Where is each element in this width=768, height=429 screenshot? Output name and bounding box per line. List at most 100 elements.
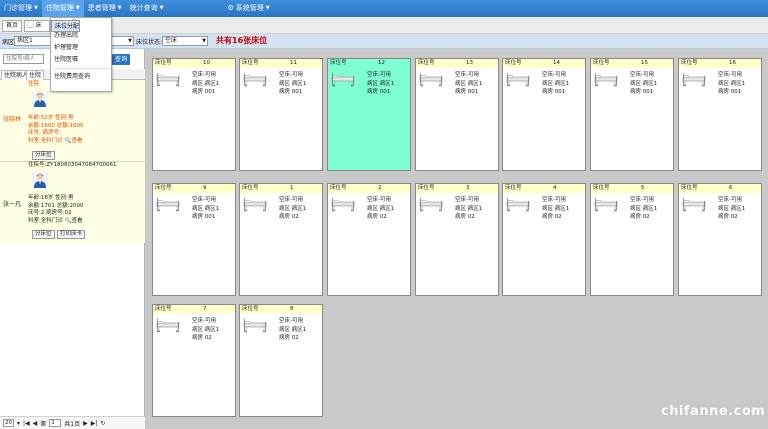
- first-page-icon[interactable]: |◀: [23, 420, 30, 427]
- bed-status-select[interactable]: 空床 ▼: [162, 36, 208, 46]
- bed-status: 空床-可用: [192, 72, 216, 78]
- chevron-down-icon: ▼: [202, 38, 206, 44]
- bed-number: 8: [290, 306, 294, 312]
- menu-inpatient[interactable]: 住院管理 ▼: [41, 0, 84, 17]
- patient-details: 年龄:18岁 性别:男 余额:1701 总额:2000 床号:2 病房号:02 …: [28, 195, 83, 225]
- bed-icon: [419, 73, 443, 87]
- next-page-icon[interactable]: ▶: [83, 420, 88, 427]
- ward-select-value: 病区1: [17, 37, 33, 44]
- bed-number: 10: [203, 60, 210, 66]
- pagination: 20 ▾ |◀ ◀ 第 1 共1页 ▶ ▶| ↻: [0, 416, 145, 429]
- search-button[interactable]: 查询: [112, 54, 130, 65]
- bed-no-label: 床位号: [155, 306, 172, 312]
- bed-card[interactable]: 床位号 2 空床-可用 病区 病区1 病房 02: [327, 183, 411, 296]
- bed-icon: [243, 73, 267, 87]
- bed-ward: 病区 病区1: [455, 80, 483, 87]
- menu-item-fee-query[interactable]: 住院费用查询: [51, 71, 111, 83]
- bed-card[interactable]: 床位号 9 空床-可用 病区 病区1 病房 001: [152, 183, 236, 296]
- chevron-down-icon: ▼: [159, 5, 164, 11]
- bed-room: 病房 02: [542, 214, 562, 220]
- print-bed-card-button[interactable]: 打印床卡: [57, 230, 86, 239]
- menu-item-nursing[interactable]: 护理管理: [51, 42, 111, 54]
- page-size-select[interactable]: 20: [3, 419, 14, 427]
- bed-status: 空床-可用: [718, 197, 742, 203]
- bed-card[interactable]: 床位号 11 空床-可用 病区 病区1 病房 001: [239, 58, 323, 171]
- bed-info: 空床-可用病区 病区1 病房 001: [718, 71, 745, 97]
- bed-card[interactable]: 床位号 3 空床-可用 病区 病区1 病房 02: [415, 183, 499, 296]
- refresh-icon[interactable]: ↻: [100, 420, 105, 427]
- tab-label: 床: [35, 22, 42, 29]
- bed-ward: 病区 病区1: [718, 80, 746, 87]
- menu-divider: [53, 68, 109, 69]
- bed-no-label: 床位号: [505, 185, 522, 191]
- bed-room: 病房 001: [192, 214, 216, 220]
- filter-bar: 病区: 病区1 ▼ ▼ 床位状态: 空床 ▼ 共有16张床位: [0, 34, 768, 49]
- patient-name[interactable]: 张晓林: [3, 114, 21, 123]
- patient-details: 年龄:52岁 性别:男 余额:1600 总额:1600 床号: 病房号: 科室:…: [28, 115, 83, 145]
- menu-statistics[interactable]: 统计查询 ▼: [126, 0, 168, 17]
- bed-card[interactable]: 床位号 6 空床-可用 病区 病区1 病房 02: [678, 183, 762, 296]
- avatar-icon: [32, 91, 48, 107]
- assign-bed-button[interactable]: 分床位: [32, 151, 55, 160]
- view-link[interactable]: 查看: [71, 138, 82, 144]
- bed-grid: 床位号 10 空床-可用 病区 病区1 病房 001 床位号 11 空床-可用 病区 病区1 病房…: [145, 49, 768, 429]
- bed-card-header: 床位号 2: [328, 184, 410, 193]
- bed-status: 空床-可用: [279, 197, 303, 203]
- menu-label: 住院管理: [45, 4, 74, 12]
- menu-item-orders[interactable]: 住院医嘱: [51, 54, 111, 66]
- bed-room: 病房 02: [630, 214, 650, 220]
- bed-no-label: 床位号: [330, 60, 347, 66]
- bed-status: 空床-可用: [718, 72, 742, 78]
- tab-home[interactable]: 首页: [2, 20, 23, 32]
- bed-status: 空床-可用: [455, 72, 479, 78]
- view-link[interactable]: 查看: [71, 218, 82, 224]
- bed-card[interactable]: 床位号 8 空床-可用 病区 病区1 病房 02: [239, 304, 323, 417]
- bed-number: 11: [290, 60, 297, 66]
- bed-card[interactable]: 床位号 12 空床-可用 病区 病区1 病房 001: [327, 58, 411, 171]
- bed-info: 空床-可用 病区 病区1 病房 001: [455, 71, 482, 97]
- bed-number: 5: [641, 185, 645, 191]
- chevron-down-icon: ▼: [265, 5, 270, 11]
- bed-icon: [243, 198, 267, 212]
- page-number-input[interactable]: 1: [49, 419, 62, 427]
- patient-dept: 科室:全科门诊: [28, 217, 63, 224]
- tab-inpatient-2[interactable]: 住院: [26, 70, 45, 80]
- menu-clinic[interactable]: 门诊管理 ▼: [0, 0, 42, 17]
- bed-status-label: 床位状态:: [136, 39, 163, 46]
- bed-card[interactable]: 床位号 13 空床-可用 病区 病区1 病房 001: [415, 58, 499, 171]
- bed-icon: [682, 198, 706, 212]
- bed-room: 病房 001: [718, 89, 742, 95]
- patient-name[interactable]: 张一凡: [3, 199, 21, 208]
- bed-info: 空床-可用 病区 病区1 病房 001: [367, 71, 394, 97]
- bed-no-label: 床位号: [330, 185, 347, 191]
- menu-system[interactable]: ⚙ 系统管理 ▼: [223, 0, 273, 17]
- bed-card[interactable]: 床位号 7 空床-可用 病区 病区1 病房 02: [152, 304, 236, 417]
- bed-number: 2: [378, 185, 382, 191]
- bed-card[interactable]: 床位号 14 空床-可用 病区 病区1 病房 001: [502, 58, 586, 171]
- bed-room: 病房 02: [279, 335, 299, 341]
- bed-ward: 病区 病区1: [630, 80, 658, 87]
- bed-card[interactable]: 床位号 10 空床-可用 病区 病区1 病房 001: [152, 58, 236, 171]
- bed-icon: [506, 198, 530, 212]
- prev-page-icon[interactable]: ◀: [33, 420, 38, 427]
- bed-card[interactable]: 床位号 15 空床-可用 病区 病区1 病房 001: [590, 58, 674, 171]
- search-input[interactable]: [3, 54, 44, 64]
- last-page-icon[interactable]: ▶|: [91, 420, 98, 427]
- bed-ward: 病区 病区1: [279, 80, 307, 87]
- bed-number: 12: [378, 60, 385, 66]
- bed-card[interactable]: 床位号 1 空床-可用 病区 病区1 病房 02: [239, 183, 323, 296]
- menu-patient[interactable]: 患者管理 ▼: [84, 0, 126, 17]
- menu-label: 患者管理: [87, 4, 116, 12]
- bed-card[interactable]: 床位号 5 空床-可用 病区 病区1 病房 02: [590, 183, 674, 296]
- bed-card[interactable]: 床位号 4 空床-可用 病区 病区1 病房 02: [502, 183, 586, 296]
- menu-item-bed-assign[interactable]: 床位分配: [51, 20, 81, 32]
- assign-bed-button[interactable]: 分床位: [32, 230, 55, 239]
- tab-bed-assign[interactable]: 🗔 床: [24, 20, 50, 32]
- patient-list: 住院 张晓林 年龄:52岁 性别:男 余额:1600 总额:1600 床号: 病…: [0, 80, 145, 243]
- bed-ward: 病区 病区1: [279, 326, 307, 333]
- bed-card[interactable]: 床位号 16 空床-可用 病区 病区1 病房 001: [678, 58, 762, 171]
- bed-status: 空床-可用: [630, 197, 654, 203]
- ward-select-arrow[interactable]: ▼: [112, 36, 134, 46]
- bed-no-label: 床位号: [242, 60, 259, 66]
- bed-card-header: 床位号 3: [416, 184, 498, 193]
